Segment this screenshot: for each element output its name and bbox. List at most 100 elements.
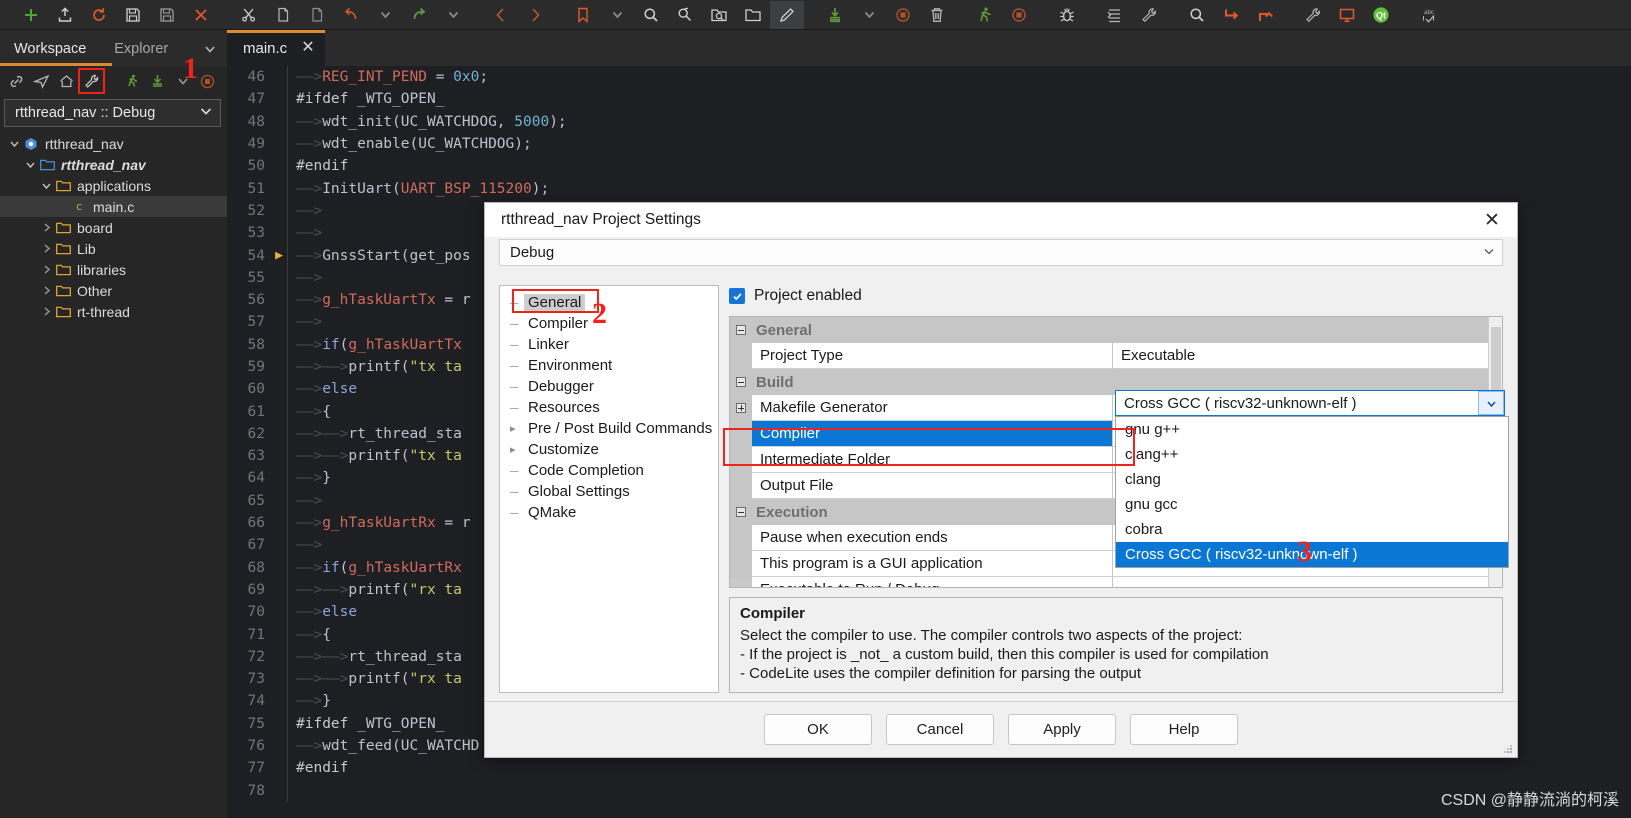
tree-item-lib[interactable]: Lib: [0, 238, 227, 259]
settings-category-tree[interactable]: ─ General ─ Compiler ─ Linker ─ Environment ─ Deb…: [499, 285, 719, 693]
settings-row[interactable]: Project Type Executable: [730, 343, 1502, 369]
debugger-settings-icon[interactable]: [1132, 1, 1166, 29]
compiler-dropdown-list[interactable]: gnu g++ clang++ clang gnu gcc cobra Cross GCC…: [1115, 416, 1509, 568]
twisty-icon[interactable]: [38, 243, 54, 254]
stop-run-icon[interactable]: [1002, 1, 1036, 29]
code-line[interactable]: 77 #endif: [227, 757, 1631, 780]
configuration-combo[interactable]: Debug: [499, 239, 1503, 266]
step-out-icon[interactable]: [1248, 1, 1282, 29]
copy-icon[interactable]: [266, 1, 300, 29]
category-resources[interactable]: ─ Resources: [500, 397, 718, 418]
expand-arrow-icon[interactable]: ▸: [510, 422, 524, 435]
open-folder-icon[interactable]: [736, 1, 770, 29]
forward-icon[interactable]: [518, 1, 552, 29]
category-code-completion[interactable]: ─ Code Completion: [500, 460, 718, 481]
setting-value[interactable]: Executable: [1112, 343, 1502, 369]
settings-group-row[interactable]: General: [730, 317, 1502, 343]
twisty-icon[interactable]: [22, 159, 38, 170]
run-icon[interactable]: [968, 1, 1002, 29]
dropdown-option[interactable]: gnu gcc: [1116, 492, 1508, 517]
tree-item-rt-thread[interactable]: rt-thread: [0, 301, 227, 322]
edit-mode-icon[interactable]: [770, 0, 804, 29]
run-project-icon[interactable]: [120, 69, 145, 93]
stop-build-icon[interactable]: [886, 1, 920, 29]
step-over-icon[interactable]: [1098, 1, 1132, 29]
project-enabled-checkbox[interactable]: [729, 288, 745, 304]
code-line[interactable]: 49 ——>wdt_enable(UC_WATCHDOG);: [227, 132, 1631, 156]
find-icon[interactable]: [634, 1, 668, 29]
code-line[interactable]: 46 ——>REG_INT_PEND = 0x0;: [227, 66, 1631, 89]
close-icon[interactable]: ✕: [301, 40, 314, 56]
tree-item-rtthread-nav[interactable]: rtthread_nav: [0, 154, 227, 175]
find-replace-icon[interactable]: [668, 1, 702, 29]
dropdown-option[interactable]: Cross GCC ( riscv32-unknown-elf ): [1116, 542, 1508, 567]
chevron-down-icon[interactable]: [1478, 391, 1504, 415]
dropdown-option[interactable]: clang: [1116, 467, 1508, 492]
code-line[interactable]: 51 ——>InitUart(UART_BSP_115200);: [227, 177, 1631, 200]
cut-icon[interactable]: [232, 1, 266, 29]
expand-icon[interactable]: [730, 395, 752, 421]
find-in-files-icon[interactable]: [702, 1, 736, 29]
tree-item-rtthread-nav[interactable]: rtthread_nav: [0, 133, 227, 154]
open-file-icon[interactable]: [48, 1, 82, 29]
close-icon[interactable]: ✕: [1475, 205, 1509, 235]
tab-explorer[interactable]: Explorer: [100, 32, 182, 66]
category-customize[interactable]: ▸ Customize: [500, 439, 718, 460]
settings-wrench-icon[interactable]: [1296, 1, 1330, 29]
category-linker[interactable]: ─ Linker: [500, 334, 718, 355]
twisty-icon[interactable]: [38, 285, 54, 296]
collapse-icon[interactable]: [730, 377, 752, 387]
bookmark-dropdown-icon[interactable]: [600, 1, 634, 29]
code-line[interactable]: 47 #ifdef _WTG_OPEN_: [227, 88, 1631, 111]
category-qmake[interactable]: ─ QMake: [500, 502, 718, 523]
help-button[interactable]: Help: [1130, 714, 1238, 745]
code-line[interactable]: 48 ——>wdt_init(UC_WATCHDOG, 5000);: [227, 110, 1631, 133]
ok-button[interactable]: OK: [764, 714, 872, 745]
setting-value[interactable]: [1112, 577, 1502, 587]
reload-icon[interactable]: [82, 1, 116, 29]
cancel-button[interactable]: Cancel: [886, 714, 994, 745]
new-file-icon[interactable]: [14, 1, 48, 29]
dropdown-option[interactable]: gnu g++: [1116, 417, 1508, 442]
back-icon[interactable]: [484, 1, 518, 29]
build-dropdown-icon[interactable]: [852, 1, 886, 29]
paste-icon[interactable]: [300, 1, 334, 29]
code-line[interactable]: 50 #endif: [227, 155, 1631, 178]
tree-item-other[interactable]: Other: [0, 280, 227, 301]
active-project-combo[interactable]: rtthread_nav :: Debug: [4, 99, 221, 127]
clean-icon[interactable]: [920, 1, 954, 29]
settings-row[interactable]: Executable to Run / Debug: [730, 577, 1502, 587]
dropdown-option[interactable]: cobra: [1116, 517, 1508, 542]
redo-dropdown-icon[interactable]: [436, 1, 470, 29]
category-pre-post-build-commands[interactable]: ▸ Pre / Post Build Commands: [500, 418, 718, 439]
redo-icon[interactable]: [402, 1, 436, 29]
tree-item-main-c[interactable]: c main.c: [0, 196, 227, 217]
twisty-icon[interactable]: [38, 264, 54, 275]
display-icon[interactable]: [1330, 1, 1364, 29]
undo-icon[interactable]: [334, 1, 368, 29]
resize-grip[interactable]: [1502, 742, 1514, 754]
bookmark-icon[interactable]: [566, 1, 600, 29]
stop-project-icon[interactable]: [195, 69, 220, 93]
expand-arrow-icon[interactable]: ▸: [510, 443, 524, 456]
project-settings-wrench-icon[interactable]: [78, 68, 105, 94]
project-enabled-row[interactable]: Project enabled: [729, 285, 1503, 307]
quick-search-icon[interactable]: [1180, 1, 1214, 29]
category-environment[interactable]: ─ Environment: [500, 355, 718, 376]
build-icon[interactable]: [818, 1, 852, 29]
category-compiler[interactable]: ─ Compiler: [500, 313, 718, 334]
category-general[interactable]: ─ General: [500, 292, 718, 313]
collapse-icon[interactable]: [730, 325, 752, 335]
compiler-value-combo[interactable]: Cross GCC ( riscv32-unknown-elf ): [1115, 390, 1505, 416]
tree-item-libraries[interactable]: libraries: [0, 259, 227, 280]
dropdown-option[interactable]: clang++: [1116, 442, 1508, 467]
twisty-icon[interactable]: [38, 180, 54, 191]
twisty-icon[interactable]: [38, 306, 54, 317]
collapse-icon[interactable]: [730, 507, 752, 517]
twisty-icon[interactable]: [6, 138, 22, 149]
link-icon[interactable]: [4, 69, 29, 93]
home-icon[interactable]: [54, 69, 79, 93]
breakpoint-marker[interactable]: ▶: [271, 248, 287, 263]
tab-workspace[interactable]: Workspace: [0, 32, 100, 66]
undo-dropdown-icon[interactable]: [368, 1, 402, 29]
